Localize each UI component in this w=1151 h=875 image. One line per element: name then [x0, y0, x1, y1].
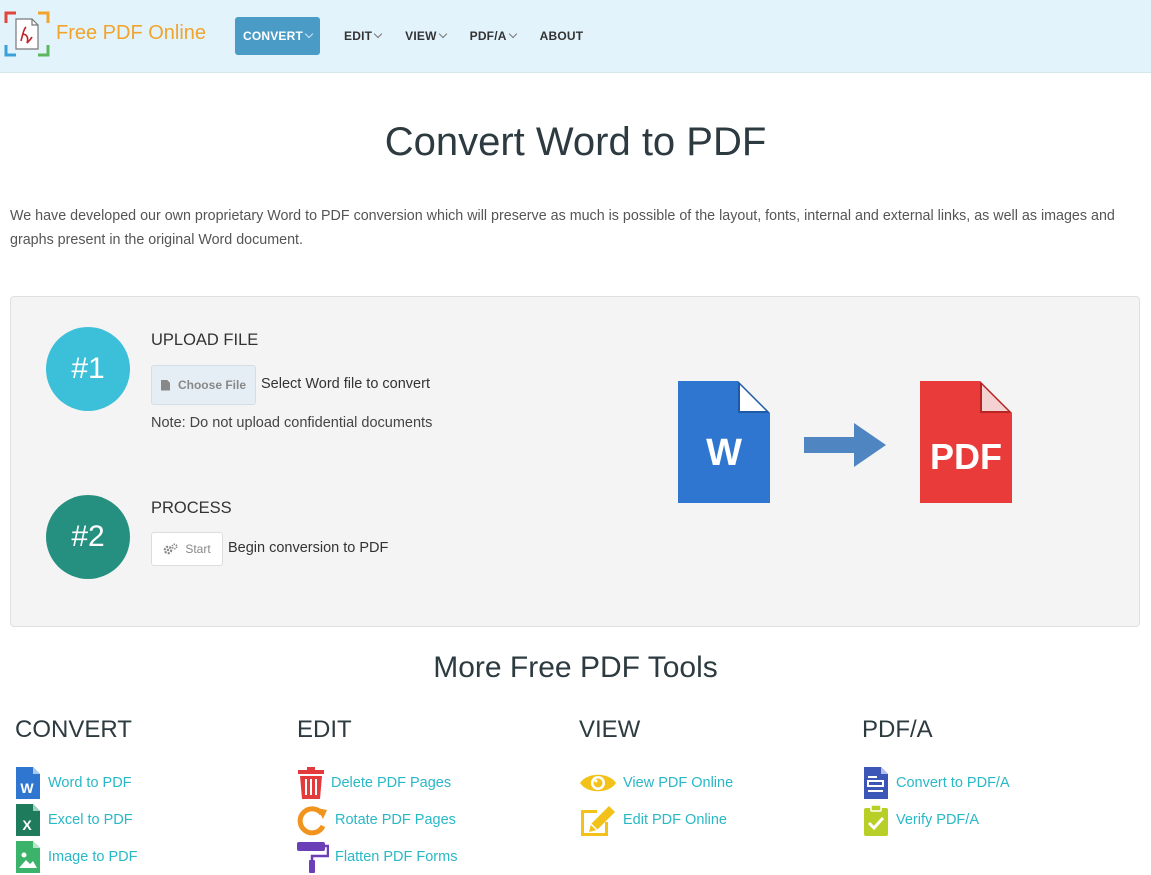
eye-icon: [579, 766, 617, 800]
converter-panel: #1 UPLOAD FILE Choose File Select Word f…: [10, 296, 1140, 627]
tools-column-convert: CONVERT: [15, 716, 132, 746]
rotate-icon: [297, 803, 329, 837]
tool-link[interactable]: View PDF Online: [623, 775, 733, 791]
step-2-badge: #2: [46, 495, 130, 579]
file-icon: [160, 379, 170, 391]
tool-image-to-pdf[interactable]: Image to PDF: [14, 840, 137, 874]
trash-icon: [297, 766, 325, 800]
tool-link[interactable]: Verify PDF/A: [896, 812, 979, 828]
tool-flatten-pdf-forms[interactable]: Flatten PDF Forms: [297, 840, 457, 874]
svg-text:W: W: [20, 780, 34, 796]
excel-doc-icon: X: [14, 803, 42, 837]
pdfa-doc-icon: [862, 766, 890, 800]
tool-rotate-pdf-pages[interactable]: Rotate PDF Pages: [297, 803, 456, 837]
tools-column-view: VIEW: [579, 716, 640, 746]
tool-link[interactable]: Flatten PDF Forms: [335, 849, 457, 865]
tools-column-edit: EDIT: [297, 716, 352, 746]
step-1-badge: #1: [46, 327, 130, 411]
chevron-down-icon: [373, 29, 383, 39]
intro-text: We have developed our own proprietary Wo…: [10, 208, 1115, 248]
svg-text:X: X: [22, 817, 32, 833]
tool-link[interactable]: Word to PDF: [48, 775, 132, 791]
word-to-pdf-illustration: W PDF: [678, 381, 1012, 503]
arrow-right-icon: [804, 423, 886, 467]
pdf-label: PDF: [930, 436, 1002, 477]
tool-link[interactable]: Edit PDF Online: [623, 812, 727, 828]
word-doc-icon: W: [14, 766, 42, 800]
tool-verify-pdfa[interactable]: Verify PDF/A: [862, 803, 979, 837]
start-label: Start: [185, 542, 211, 556]
tool-link[interactable]: Rotate PDF Pages: [335, 812, 456, 828]
column-heading-edit: EDIT: [297, 716, 352, 743]
nav-pdfa-label: PDF/A: [469, 29, 507, 43]
chevron-down-icon: [304, 29, 314, 39]
nav-edit[interactable]: EDIT: [332, 17, 393, 55]
more-tools-title: More Free PDF Tools: [433, 651, 718, 684]
logo-icon[interactable]: [4, 11, 50, 57]
tool-word-to-pdf[interactable]: W Word to PDF: [14, 766, 132, 800]
nav-edit-label: EDIT: [344, 29, 373, 43]
page-title: Convert Word to PDF: [384, 120, 767, 164]
begin-conversion-hint: Begin conversion to PDF: [228, 540, 389, 556]
select-file-hint: Select Word file to convert: [261, 376, 430, 392]
nav-about[interactable]: ABOUT: [528, 17, 596, 55]
tool-excel-to-pdf[interactable]: X Excel to PDF: [14, 803, 133, 837]
nav-about-label: ABOUT: [539, 29, 584, 43]
step-2-heading: PROCESS: [151, 499, 232, 517]
chevron-down-icon: [508, 29, 517, 39]
word-letter: W: [706, 432, 742, 474]
word-doc-icon: W: [678, 381, 770, 503]
tool-link[interactable]: Convert to PDF/A: [896, 775, 1010, 791]
nav-convert-label: CONVERT: [242, 29, 304, 43]
tool-link[interactable]: Image to PDF: [48, 849, 137, 865]
gears-icon: [164, 543, 178, 555]
column-heading-pdfa: PDF/A: [862, 716, 933, 743]
tool-convert-to-pdfa[interactable]: Convert to PDF/A: [862, 766, 1010, 800]
nav-view[interactable]: VIEW: [393, 17, 457, 55]
tools-column-pdfa: PDF/A: [862, 716, 933, 746]
choose-file-label: Choose File: [177, 378, 246, 392]
tool-link[interactable]: Delete PDF Pages: [331, 775, 451, 791]
tool-edit-pdf-online[interactable]: Edit PDF Online: [579, 803, 727, 837]
clipboard-check-icon: [862, 803, 890, 837]
tool-link[interactable]: Excel to PDF: [48, 812, 133, 828]
confidential-note: Note: Do not upload confidential documen…: [151, 415, 433, 431]
tool-delete-pdf-pages[interactable]: Delete PDF Pages: [297, 766, 451, 800]
main-nav: CONVERT EDIT VIEW PDF/A ABOUT: [235, 17, 595, 55]
column-heading-view: VIEW: [579, 716, 641, 743]
paint-roller-icon: [297, 840, 329, 874]
image-doc-icon: [14, 840, 42, 874]
pencil-edit-icon: [579, 803, 617, 837]
top-header: Free PDF Online CONVERT EDIT VIEW PDF/A …: [0, 0, 1151, 73]
start-button[interactable]: Start: [151, 532, 223, 566]
column-heading-convert: CONVERT: [15, 716, 132, 743]
chevron-down-icon: [438, 29, 447, 39]
pdf-doc-icon: PDF: [920, 381, 1012, 503]
nav-view-label: VIEW: [405, 29, 437, 43]
brand-name[interactable]: Free PDF Online: [56, 22, 206, 45]
nav-pdfa[interactable]: PDF/A: [458, 17, 528, 55]
tool-view-pdf-online[interactable]: View PDF Online: [579, 766, 733, 800]
choose-file-button[interactable]: Choose File: [151, 365, 256, 405]
step-1-heading: UPLOAD FILE: [151, 331, 259, 349]
nav-convert[interactable]: CONVERT: [235, 17, 320, 55]
